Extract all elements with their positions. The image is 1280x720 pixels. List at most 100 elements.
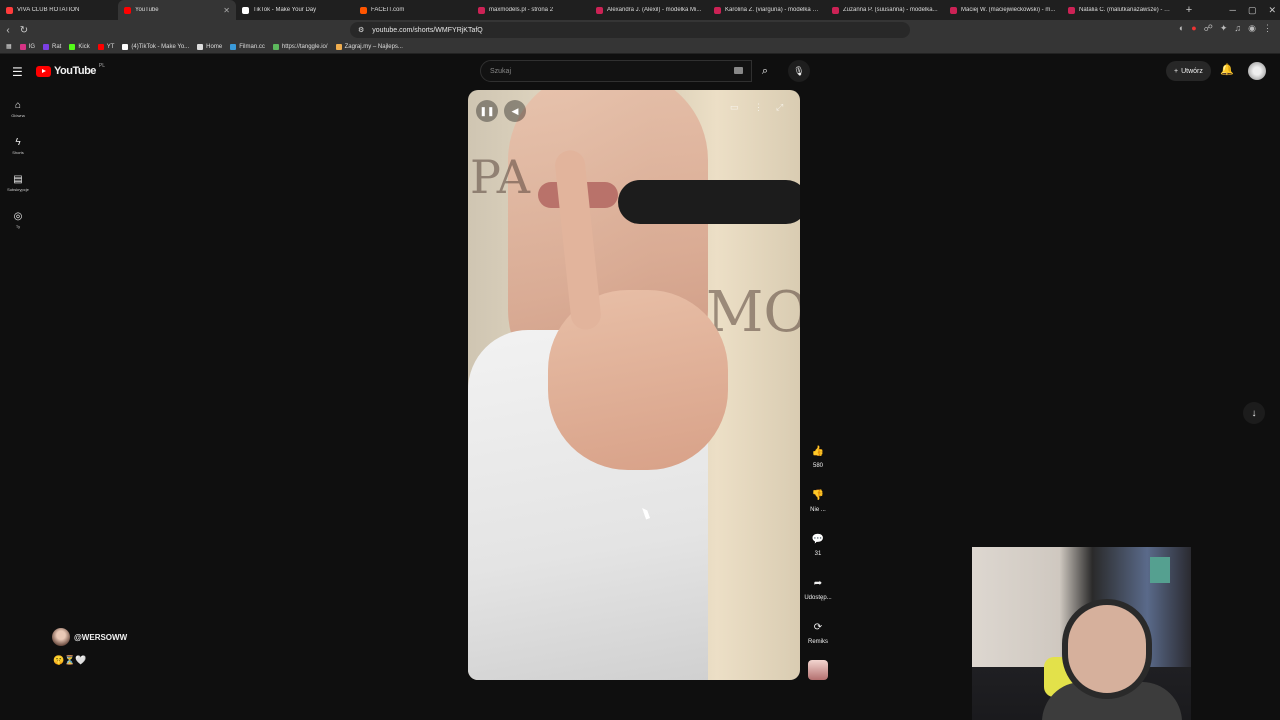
channel-avatar[interactable]	[52, 628, 70, 646]
remix-action: ⟳ Remiks	[802, 616, 834, 660]
search-button[interactable]: ⌕	[752, 60, 778, 82]
shorts-icon: ϟ	[15, 136, 21, 148]
share-icon: ➦	[813, 577, 823, 589]
bookmark-item[interactable]: Rat	[43, 43, 62, 50]
extension-icon[interactable]: ☍	[1204, 23, 1213, 34]
media-icon[interactable]: ♫	[1234, 23, 1241, 34]
new-tab-icon[interactable]: +	[1180, 4, 1198, 16]
captions-icon[interactable]: ▭	[730, 102, 739, 113]
window-controls: ─ ▢ ✕	[1230, 0, 1276, 20]
menu-icon[interactable]: ☰	[12, 65, 23, 79]
sidebar-item-shorts[interactable]: ϟ Shorts	[0, 127, 36, 164]
create-button[interactable]: + Utwórz	[1166, 61, 1211, 81]
keyboard-icon[interactable]	[734, 67, 743, 74]
bookmark-item[interactable]: Kick	[69, 43, 90, 50]
channel-info[interactable]: @WERSOWW	[52, 628, 127, 646]
sidebar-item-you[interactable]: ◎ Ty	[0, 201, 36, 238]
account-avatar[interactable]	[1248, 62, 1266, 80]
notifications-bell-icon[interactable]: 🔔	[1220, 63, 1234, 76]
tab-label: Karolina Z. (viarguna) - modelka M...	[725, 7, 820, 13]
pause-button[interactable]: ❚❚	[476, 100, 498, 122]
browser-tab[interactable]: Natalia C. (malutkanazawsze) - m...	[1062, 0, 1180, 20]
tab-favicon	[242, 6, 249, 14]
bookmark-label: Zagraj.my – Najleps...	[344, 43, 403, 50]
menu-dots-icon[interactable]: ⋮	[1263, 23, 1272, 34]
browser-tab-active[interactable]: YouTube ✕	[118, 0, 236, 20]
tab-label: TikTok - Make Your Day	[253, 7, 317, 13]
country-code: PL	[98, 63, 106, 69]
address-bar[interactable]: ⚙ youtube.com/shorts/WMFYRjKTafQ	[350, 22, 910, 38]
search-placeholder: Szukaj	[490, 67, 512, 75]
sidebar-item-subscriptions[interactable]: ▤ Subskrypcje	[0, 164, 36, 201]
next-video-button[interactable]: ↓	[1243, 402, 1265, 424]
sound-thumbnail[interactable]	[808, 660, 828, 680]
minimize-icon[interactable]: ─	[1230, 5, 1236, 15]
browser-tab[interactable]: Zuzanna P. (suusanna) - modelka...	[826, 0, 944, 20]
volume-icon: ◀	[511, 105, 519, 116]
apps-icon[interactable]: ▦	[6, 43, 12, 50]
bookmark-item[interactable]: YT	[97, 43, 114, 50]
comments-button[interactable]: 💬	[807, 528, 829, 550]
tab-favicon	[478, 6, 485, 14]
browser-tab[interactable]: VIVA CLUB ROTATION	[0, 0, 118, 20]
you-icon: ◎	[13, 210, 23, 222]
browser-tab[interactable]: Karolina Z. (viarguna) - modelka M...	[708, 0, 826, 20]
bookmark-label: Filman.cc	[239, 43, 265, 50]
browser-tab[interactable]: maxmodels.pl - strona 2	[472, 0, 590, 20]
bookmark-favicon	[230, 43, 237, 50]
remix-icon: ⟳	[813, 621, 823, 633]
voice-search-button[interactable]: 🎙	[788, 60, 810, 82]
sidebar-item-home[interactable]: ⌂ Główna	[0, 90, 36, 127]
puzzle-icon[interactable]: ✦	[1220, 23, 1228, 34]
tab-favicon	[714, 6, 721, 14]
profile-icon[interactable]: ◉	[1248, 23, 1256, 34]
youtube-play-icon	[36, 65, 51, 77]
sidebar-item-label: Shorts	[12, 149, 24, 155]
bookmark-label: Rat	[52, 43, 62, 50]
tab-label: Alexandra J. (Alexil) - modelka Mi...	[607, 7, 702, 13]
browser-tab[interactable]: FACEIT.com	[354, 0, 472, 20]
browser-tab[interactable]: TikTok - Make Your Day	[236, 0, 354, 20]
subscriptions-icon: ▤	[13, 173, 23, 185]
shorts-video-player[interactable]: PA MOT ❚❚ ◀ ▭ ⋮ ⤢	[468, 90, 800, 680]
channel-name[interactable]: @WERSOWW	[74, 633, 127, 642]
close-tab-icon[interactable]: ✕	[223, 6, 230, 15]
bookmark-item[interactable]: Filman.cc	[230, 43, 265, 50]
youtube-header: ☰ YouTube PL Szukaj ⌕ 🎙 + Utwórz 🔔	[0, 56, 1280, 86]
site-info-icon[interactable]: ⚙	[358, 26, 364, 34]
bookmark-item[interactable]: IG	[19, 43, 35, 50]
fullscreen-icon[interactable]: ⤢	[776, 102, 783, 113]
youtube-logo[interactable]: YouTube PL	[36, 63, 106, 77]
dislike-button[interactable]: 👎	[807, 484, 829, 506]
bookmark-item[interactable]: Home	[197, 43, 223, 50]
bookmark-item[interactable]: Zagraj.my – Najleps...	[335, 43, 403, 50]
bookmark-label: https://tanggle.io/	[281, 43, 328, 50]
search-input[interactable]: Szukaj	[480, 60, 752, 82]
home-icon: ⌂	[14, 99, 22, 111]
extensions-area: ◐ ● ☍ ✦ ♫ ◉ ⋮	[1179, 23, 1272, 34]
extension-icon[interactable]: ●	[1191, 23, 1196, 34]
search-icon: ⌕	[761, 64, 769, 77]
more-options-icon[interactable]: ⋮	[754, 102, 763, 113]
bookmark-item[interactable]: (4)TikTok - Make Yo...	[122, 43, 189, 50]
extension-icon[interactable]: ◐	[1179, 23, 1184, 34]
plus-icon: +	[1174, 67, 1179, 75]
maximize-icon[interactable]: ▢	[1248, 5, 1257, 16]
create-label: Utwórz	[1181, 67, 1203, 75]
bookmark-item[interactable]: https://tanggle.io/	[272, 43, 328, 50]
close-window-icon[interactable]: ✕	[1268, 5, 1276, 16]
bookmark-label: Home	[206, 43, 223, 50]
like-button[interactable]: 👍	[807, 440, 829, 462]
browser-tab-strip: VIVA CLUB ROTATION YouTube ✕ TikTok - Mak…	[0, 0, 1280, 20]
browser-tab[interactable]: Alexandra J. (Alexil) - modelka Mi...	[590, 0, 708, 20]
back-icon[interactable]: ‹	[0, 25, 16, 36]
reload-icon[interactable]: ↻	[16, 25, 32, 36]
bookmark-favicon	[43, 43, 50, 50]
share-label: Udostęp...	[804, 595, 832, 601]
browser-tab[interactable]: Maciej W. (maciejwieckowski) - m...	[944, 0, 1062, 20]
volume-button[interactable]: ◀	[504, 100, 526, 122]
share-button[interactable]: ➦	[807, 572, 829, 594]
video-title: 🤫⏳🤍	[53, 655, 87, 666]
remix-button[interactable]: ⟳	[807, 616, 829, 638]
shorts-action-bar: 👍 580 👎 Nie ... 💬 31 ➦ Udostęp... ⟳ Remi…	[802, 440, 834, 660]
